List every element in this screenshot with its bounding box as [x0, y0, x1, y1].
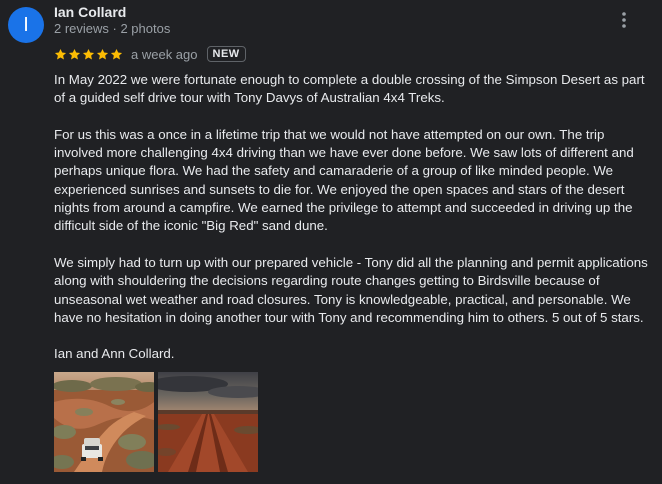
- review-signature: Ian and Ann Collard.: [54, 346, 175, 362]
- desert-4wd-photo: [54, 372, 154, 472]
- star-icon: [68, 48, 81, 59]
- review-paragraph: For us this was a once in a lifetime tri…: [54, 126, 634, 234]
- review-paragraph: We simply had to turn up with our prepar…: [54, 254, 648, 325]
- new-badge: NEW: [206, 46, 246, 62]
- review-card: I Ian Collard 2 reviews · 2 photos a wee…: [0, 0, 662, 484]
- photo-thumbnail[interactable]: [158, 372, 258, 472]
- more-vert-icon: [622, 12, 626, 28]
- star-rating: [54, 48, 123, 61]
- review-text: In May 2022 we were fortunate enough to …: [54, 71, 654, 382]
- avatar-initial: I: [23, 13, 29, 36]
- avatar[interactable]: I: [8, 7, 44, 43]
- reviewer-name[interactable]: Ian Collard: [54, 4, 126, 20]
- more-options-button[interactable]: [609, 7, 639, 33]
- star-icon: [110, 48, 123, 59]
- photo-thumbnail[interactable]: [54, 372, 154, 472]
- review-paragraph: In May 2022 we were fortunate enough to …: [54, 72, 645, 106]
- rating-row: a week ago NEW: [54, 43, 246, 65]
- star-icon: [54, 48, 67, 59]
- desert-road-sunset-photo: [158, 372, 258, 472]
- reviewer-meta: 2 reviews · 2 photos: [54, 21, 171, 36]
- review-date: a week ago: [131, 46, 198, 62]
- review-photos: [54, 372, 258, 472]
- star-icon: [96, 48, 109, 59]
- star-icon: [82, 48, 95, 59]
